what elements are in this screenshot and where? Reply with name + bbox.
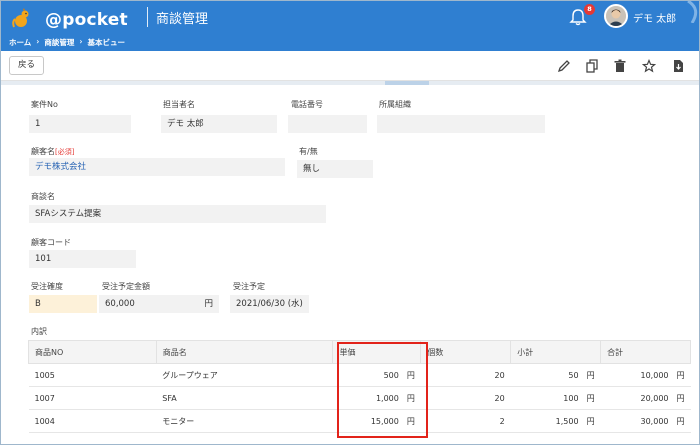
total-unit: 円 (676, 416, 685, 426)
copy-icon[interactable] (585, 59, 599, 73)
trash-icon[interactable] (613, 59, 627, 73)
cell-product-no: 1005 (28, 363, 157, 387)
total-value: 30,000 (640, 416, 669, 426)
col-header-total: 合計 (600, 340, 691, 364)
order-date-field: 2021/06/30 (水) (230, 295, 309, 313)
subtotal-value: 1,500 (555, 416, 579, 426)
cell-product-name: モニター (156, 409, 333, 433)
certainty-field: B (29, 295, 97, 313)
total-value: 10,000 (640, 370, 669, 380)
case-no-field: 1 (29, 115, 131, 133)
cell-quantity: 20 (420, 363, 511, 387)
deal-name-field: SFAシステム提案 (29, 205, 326, 223)
kangaroo-logo-icon (12, 8, 29, 28)
breadcrumb-view: 基本ビュー (87, 38, 125, 47)
breadcrumb-home[interactable]: ホーム (9, 37, 31, 48)
cell-subtotal: 100 円 (510, 386, 601, 410)
org-field (377, 115, 545, 133)
customer-label: 顧客名[必須] (31, 146, 74, 157)
breakdown-label: 内訳 (31, 327, 47, 336)
cell-quantity: 20 (420, 386, 511, 410)
required-marker: [必須] (55, 148, 75, 156)
logo-text: @pocket (45, 10, 128, 30)
total-unit: 円 (676, 393, 685, 403)
phone-label: 電話番号 (291, 100, 323, 109)
subtotal-unit: 円 (586, 393, 595, 403)
person-label: 担当者名 (163, 100, 195, 109)
amount-label: 受注予定金額 (102, 282, 150, 291)
download-icon[interactable] (671, 59, 685, 73)
subtotal-value: 100 (563, 393, 579, 403)
case-no-label: 案件No (31, 100, 58, 109)
customer-label-text: 顧客名 (31, 147, 55, 156)
back-button[interactable]: 戻る (9, 56, 44, 75)
amount-value: 60,000 (105, 299, 135, 309)
top-header: @pocket 商談管理 ホーム › 商談管理 › 基本ビュー 8 デモ 太郎 (1, 1, 699, 51)
cell-subtotal: 1,500 円 (510, 409, 601, 433)
subtotal-unit: 円 (586, 370, 595, 380)
total-value: 20,000 (640, 393, 669, 403)
cell-quantity: 2 (420, 409, 511, 433)
subtotal-unit: 円 (586, 416, 595, 426)
amount-field: 60,000 円 (99, 295, 219, 313)
org-label: 所属組織 (379, 100, 411, 109)
corner-ribbon-icon (687, 1, 698, 23)
deal-name-label: 商談名 (31, 192, 55, 201)
customer-code-field: 101 (29, 250, 136, 268)
cell-total: 20,000 円 (600, 386, 691, 410)
user-avatar-icon (606, 6, 626, 26)
order-date-label: 受注予定 (233, 282, 265, 291)
breadcrumb-deals[interactable]: 商談管理 (44, 37, 74, 48)
title-divider (147, 7, 148, 27)
breadcrumb-separator: › (36, 37, 40, 46)
customer-field[interactable]: デモ株式会社 (29, 158, 285, 176)
col-header-subtotal: 小計 (510, 340, 602, 364)
app-window: @pocket 商談管理 ホーム › 商談管理 › 基本ビュー 8 デモ 太郎 (0, 0, 700, 445)
breadcrumb: ホーム › 商談管理 › 基本ビュー (9, 37, 125, 48)
user-name[interactable]: デモ 太郎 (633, 10, 676, 25)
breadcrumb-separator: › (79, 37, 83, 46)
certainty-label: 受注確度 (31, 282, 63, 291)
notification-badge: 8 (584, 4, 595, 15)
customer-code-label: 顧客コード (31, 238, 71, 247)
person-field: デモ 太郎 (161, 115, 277, 133)
avatar[interactable] (604, 4, 628, 28)
app-logo[interactable]: @pocket (7, 4, 157, 32)
cell-subtotal: 50 円 (510, 363, 601, 387)
unit-price-highlight-box (337, 342, 428, 438)
col-header-product-name: 商品名 (155, 340, 334, 364)
phone-field (288, 115, 367, 133)
exists-field: 無し (297, 160, 373, 178)
cell-product-no: 1004 (28, 409, 157, 433)
subtotal-value: 50 (568, 370, 579, 380)
cell-total: 30,000 円 (600, 409, 691, 433)
action-toolbar: 戻る (1, 51, 699, 81)
cell-product-no: 1007 (28, 386, 157, 410)
cell-product-name: SFA (156, 386, 333, 410)
cell-total: 10,000 円 (600, 363, 691, 387)
edit-icon[interactable] (557, 59, 571, 73)
col-header-quantity: 個数 (420, 340, 512, 364)
star-icon[interactable] (642, 59, 656, 73)
exists-label: 有/無 (299, 147, 318, 156)
amount-unit: 円 (204, 299, 213, 309)
cell-product-name: グループウェア (156, 363, 333, 387)
total-unit: 円 (676, 370, 685, 380)
page-title: 商談管理 (156, 12, 209, 27)
col-header-product-no: 商品NO (28, 340, 157, 364)
